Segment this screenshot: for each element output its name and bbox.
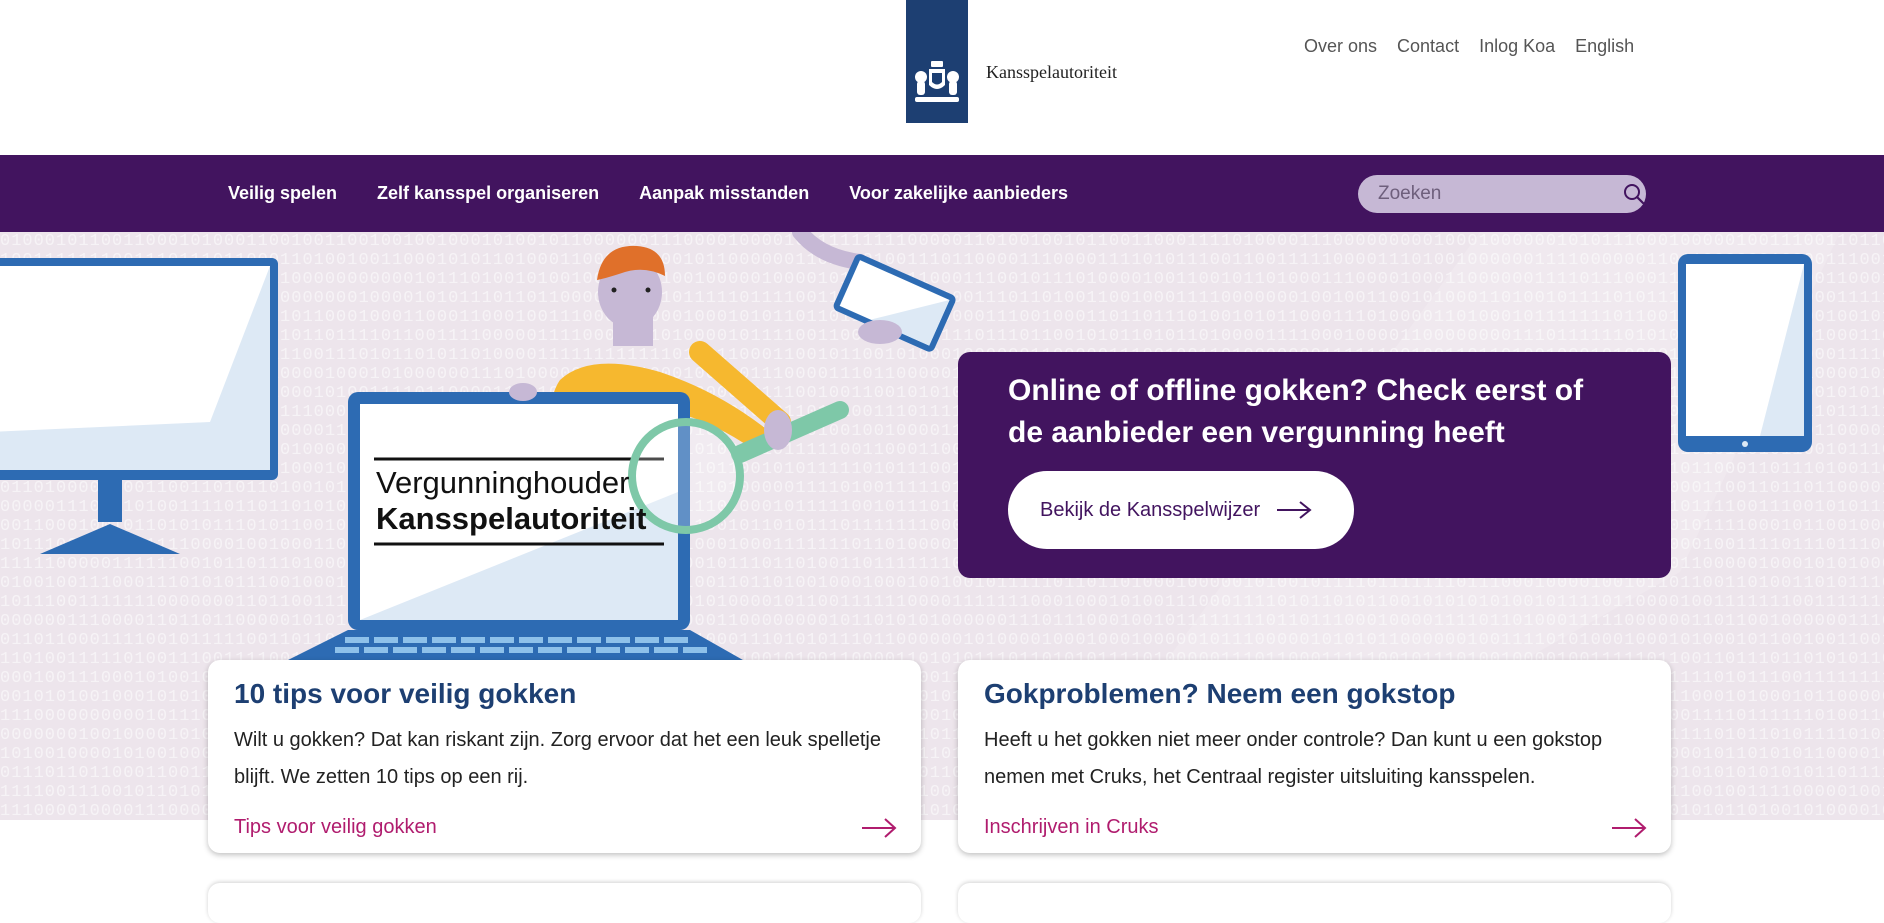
nav-item-zelf-kansspel-organiseren[interactable]: Zelf kansspel organiseren: [377, 183, 599, 204]
card-veilig-gokken: 10 tips voor veilig gokken Wilt u gokken…: [208, 660, 921, 853]
laptop-screen-text: Vergunninghouder Kansspelautoriteit: [376, 465, 676, 537]
callout-title: Online of offline gokken? Check eerst of…: [1008, 374, 1584, 449]
card-partial: [208, 883, 921, 923]
card-link-label: Tips voor veilig gokken: [234, 816, 437, 838]
logo-emblem: [906, 0, 968, 123]
card-link-cruks[interactable]: Inschrijven in Cruks: [984, 816, 1647, 839]
arrow-right-icon: [862, 817, 897, 838]
card-link-label: Inschrijven in Cruks: [984, 816, 1159, 838]
nav-item-aanpak-misstanden[interactable]: Aanpak misstanden: [639, 183, 809, 204]
arrow-right-icon: [1277, 501, 1312, 519]
nav-item-voor-zakelijke-aanbieders[interactable]: Voor zakelijke aanbieders: [849, 183, 1068, 204]
card-title: 10 tips voor veilig gokken: [234, 678, 577, 709]
laptop-text-line1: Vergunninghouder: [376, 465, 630, 500]
card-gokstop: Gokproblemen? Neem een gokstop Heeft u h…: [958, 660, 1671, 853]
laptop-text-line2: Kansspelautoriteit: [376, 501, 647, 536]
main-nav: Veilig spelen Zelf kansspel organiseren …: [0, 155, 1884, 232]
nav-item-veilig-spelen[interactable]: Veilig spelen: [228, 183, 337, 204]
monitor-illustration: [0, 258, 278, 554]
kansspelwijzer-button[interactable]: Bekijk de Kansspelwijzer: [1008, 471, 1354, 549]
nav-items: Veilig spelen Zelf kansspel organiseren …: [228, 155, 1068, 232]
top-link-english[interactable]: English: [1575, 36, 1634, 57]
search-icon[interactable]: [1623, 182, 1645, 206]
top-link-over-ons[interactable]: Over ons: [1304, 36, 1377, 57]
site-logo[interactable]: Kansspelautoriteit: [906, 0, 1117, 123]
top-links: Over ons Contact Inlog Koa English: [1304, 36, 1634, 57]
card-text: Heeft u het gokken niet meer onder contr…: [984, 729, 1603, 788]
search-input[interactable]: [1378, 183, 1623, 205]
tablet-illustration: [1678, 254, 1812, 452]
card-partial: [958, 883, 1671, 923]
logo-text: Kansspelautoriteit: [986, 62, 1117, 82]
search-box: [1358, 175, 1646, 213]
site-header: Kansspelautoriteit Over ons Contact Inlo…: [0, 0, 1884, 155]
callout-button-label: Bekijk de Kansspelwijzer: [1040, 498, 1261, 521]
top-link-inlog-koa[interactable]: Inlog Koa: [1479, 36, 1555, 57]
card-text: Wilt u gokken? Dat kan riskant zijn. Zor…: [234, 729, 881, 788]
card-link-tips[interactable]: Tips voor veilig gokken: [234, 816, 897, 839]
coat-of-arms-icon: [915, 61, 959, 102]
top-link-contact[interactable]: Contact: [1397, 36, 1459, 57]
card-title: Gokproblemen? Neem een gokstop: [984, 678, 1456, 709]
kansspelwijzer-callout: Online of offline gokken? Check eerst of…: [958, 352, 1671, 578]
arrow-right-icon: [1612, 817, 1647, 838]
